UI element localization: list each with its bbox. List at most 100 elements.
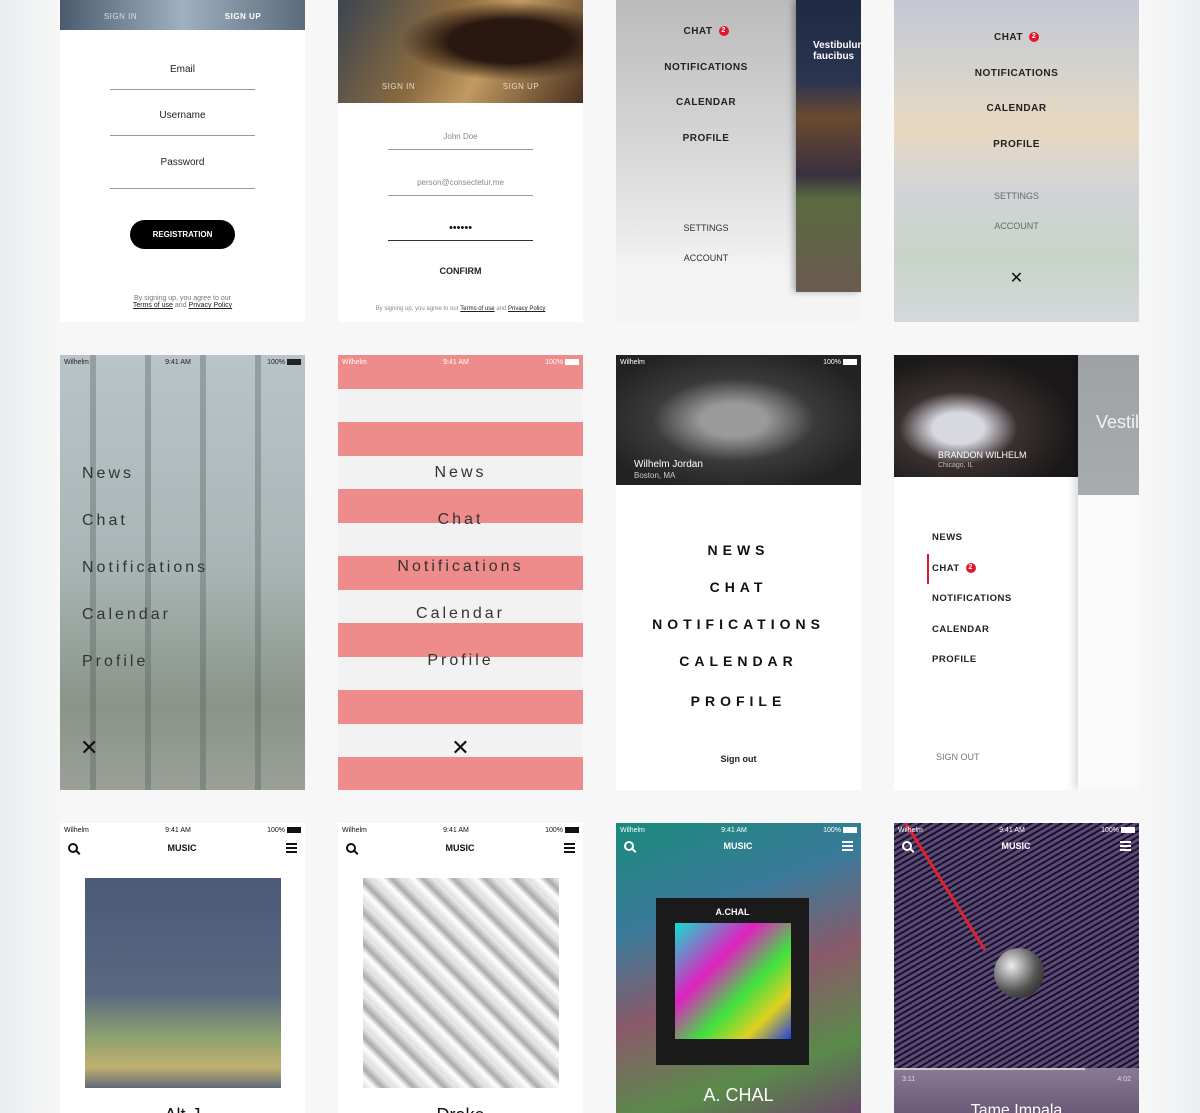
menu-list: News Chat Notifications Calendar Profile (338, 449, 583, 684)
menu-item-chat[interactable]: CHAT 2 (616, 14, 796, 50)
menu-list: News Chat Notifications Calendar Profile (82, 450, 208, 685)
search-icon[interactable] (902, 841, 912, 851)
battery: 100% (823, 827, 857, 834)
content-panel-peek: Vestibulum faucibus (796, 0, 861, 292)
progress-bar[interactable] (894, 1068, 1086, 1070)
email-field[interactable]: person@consectetur.me (388, 178, 533, 196)
menu-icon[interactable] (842, 841, 853, 851)
menu-item-calendar[interactable]: Calendar (82, 591, 208, 638)
menu-list: CHAT 2 NOTIFICATIONS CALENDAR PROFILE (894, 20, 1139, 162)
tab-sign-in[interactable]: SIGN IN (382, 82, 415, 91)
menu-item-calendar[interactable]: CALENDAR (616, 85, 796, 121)
menu-item-notifications[interactable]: Notifications (338, 543, 583, 590)
menu-item-profile[interactable]: PROFILE (616, 121, 796, 157)
password-field[interactable]: •••••• (388, 222, 533, 241)
close-icon[interactable]: ✕ (338, 737, 583, 759)
album-cover[interactable]: A.CHAL (656, 898, 809, 1065)
menu-item-notifications[interactable]: NOTIFICATIONS (616, 606, 861, 643)
search-icon[interactable] (346, 843, 356, 853)
terms-text: By signing up, you agree to our Terms of… (132, 295, 233, 309)
terms-link[interactable]: Terms of use (133, 302, 173, 309)
close-icon[interactable]: ✕ (80, 737, 98, 759)
clock: 9:41 AM (165, 827, 191, 834)
screen-title: MUSIC (1001, 841, 1031, 851)
menu-item-profile[interactable]: PROFILE (932, 645, 1012, 676)
screen-title: MUSIC (445, 843, 475, 853)
name-field[interactable]: John Doe (388, 132, 533, 150)
music-screen-altj: Wilhelm 9:41 AM 100% MUSIC Alt-J (60, 823, 305, 1113)
close-icon[interactable]: ✕ (894, 271, 1139, 287)
terms-link[interactable]: Terms of use (460, 306, 494, 312)
registration-button[interactable]: REGISTRATION (130, 220, 235, 249)
menu-item-news[interactable]: NEWS (932, 523, 1012, 554)
screen-title: MUSIC (167, 843, 197, 853)
password-field[interactable]: Password (110, 157, 255, 189)
album-cover[interactable] (363, 878, 559, 1088)
menu-item-chat[interactable]: CHAT 2 (927, 553, 1012, 584)
chat-badge: 2 (965, 562, 976, 573)
battery: 100% (823, 359, 857, 366)
menu-item-profile[interactable]: PROFILE (894, 127, 1139, 163)
tab-sign-in[interactable]: SIGN IN (104, 12, 137, 21)
menu-item-notifications[interactable]: NOTIFICATIONS (932, 584, 1012, 615)
menu-item-news[interactable]: NEWS (616, 532, 861, 569)
tab-sign-up[interactable]: SIGN UP (225, 12, 261, 21)
carrier: Wilhelm (620, 827, 645, 834)
profile-header-image: BRANDON WILHELM Chicago, IL (894, 355, 1078, 477)
menu-item-profile[interactable]: Profile (338, 637, 583, 684)
music-screen-achal: Wilhelm 9:41 AM 100% MUSIC A.CHAL A. CHAL (616, 823, 861, 1113)
sign-out-button[interactable]: SIGN OUT (936, 752, 980, 762)
album-art-sphere (994, 948, 1044, 998)
menu-item-chat[interactable]: CHAT 2 (894, 20, 1139, 56)
album-title: Tame Impala (970, 1102, 1063, 1113)
menu-item-profile[interactable]: PROFILE (616, 683, 861, 720)
menu-item-news[interactable]: News (338, 449, 583, 496)
privacy-link[interactable]: Privacy Policy (189, 302, 233, 309)
menu-item-account[interactable]: ACCOUNT (894, 211, 1139, 241)
clock: 9:41 AM (721, 827, 747, 834)
profile-name: Wilhelm Jordan (634, 459, 703, 470)
menu-item-chat[interactable]: Chat (338, 496, 583, 543)
content-panel-peek: Vestibulum primis luctus (1078, 355, 1139, 790)
search-icon[interactable] (68, 843, 78, 853)
battery: 100% (267, 827, 301, 834)
sign-out-button[interactable]: Sign out (616, 754, 861, 764)
username-field[interactable]: Username (110, 110, 255, 136)
album-title: Alt-J (60, 1105, 305, 1113)
menu-icon[interactable] (1120, 841, 1131, 851)
search-icon[interactable] (624, 841, 634, 851)
menu-item-chat[interactable]: Chat (82, 497, 208, 544)
menu-screen-blur: CHAT 2 NOTIFICATIONS CALENDAR PROFILE SET… (894, 0, 1139, 322)
menu-item-notifications[interactable]: NOTIFICATIONS (616, 50, 796, 86)
menu-item-calendar[interactable]: CALENDAR (932, 615, 1012, 646)
menu-screen-sidebar: BRANDON WILHELM Chicago, IL Vestibulum p… (894, 355, 1139, 790)
menu-item-settings[interactable]: SETTINGS (894, 181, 1139, 211)
secondary-menu: SETTINGS ACCOUNT (616, 213, 796, 273)
menu-item-notifications[interactable]: Notifications (82, 544, 208, 591)
music-screen-drake: Wilhelm 9:41 AM 100% MUSIC Drake (338, 823, 583, 1113)
menu-item-settings[interactable]: SETTINGS (616, 213, 796, 243)
menu-screen-forest: Wilhelm 9:41 AM 100% News Chat Notificatio… (60, 355, 305, 790)
menu-item-chat[interactable]: CHAT (616, 569, 861, 606)
battery: 100% (545, 359, 579, 366)
confirm-button[interactable]: CONFIRM (338, 266, 583, 276)
menu-item-calendar[interactable]: CALENDAR (616, 643, 861, 680)
privacy-link[interactable]: Privacy Policy (508, 306, 545, 312)
menu-item-profile[interactable]: Profile (82, 638, 208, 685)
menu-item-account[interactable]: ACCOUNT (616, 243, 796, 273)
menu-item-calendar[interactable]: CALENDAR (894, 91, 1139, 127)
email-field[interactable]: Email (110, 64, 255, 90)
album-cover[interactable] (85, 878, 281, 1088)
cover-label: A.CHAL (715, 907, 750, 917)
chat-badge: 2 (718, 26, 729, 37)
menu-item-notifications[interactable]: NOTIFICATIONS (894, 56, 1139, 92)
menu-item-news[interactable]: News (82, 450, 208, 497)
time-elapsed: 3:11 (902, 1076, 916, 1083)
tab-sign-up[interactable]: SIGN UP (503, 82, 539, 91)
menu-screen-city: Vestibulum faucibus CHAT2 NOTIFICATIONS … (616, 0, 861, 322)
menu-item-calendar[interactable]: Calendar (338, 590, 583, 637)
time-total: 4:02 (1117, 1076, 1131, 1083)
menu-icon[interactable] (564, 843, 575, 853)
clock: 9:41 AM (165, 359, 191, 366)
menu-icon[interactable] (286, 843, 297, 853)
